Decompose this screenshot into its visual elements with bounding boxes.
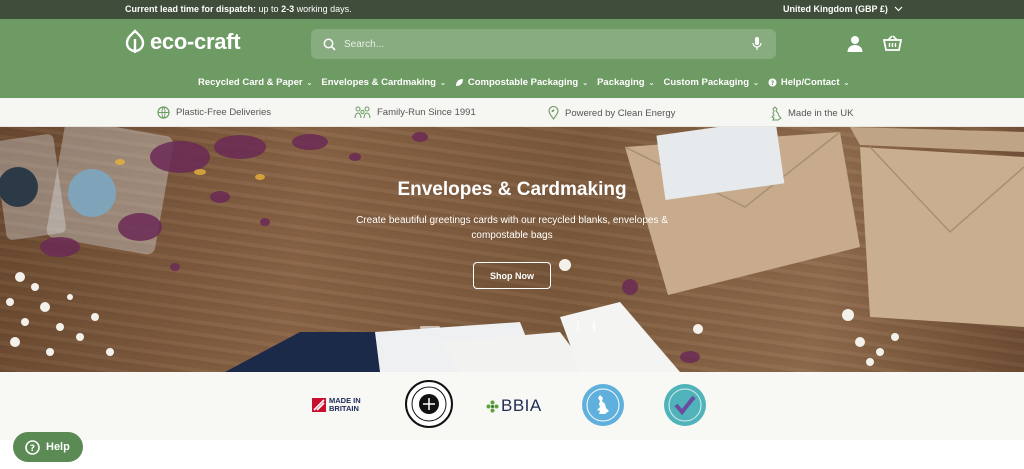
top-announcement-bar: Current lead time for dispatch: up to 2-… (0, 0, 1024, 19)
usp-family-run: Family-Run Since 1991 (354, 106, 476, 119)
chevron-down-icon: ⌄ (843, 79, 850, 87)
nav-label: Compostable Packaging (467, 77, 579, 88)
chevron-down-icon (894, 6, 903, 12)
logo-text: eco-craft (150, 29, 241, 54)
usp-plastic-free: Plastic-Free Deliveries (157, 106, 271, 119)
bbia-flower-icon (486, 400, 499, 412)
usp-label: Powered by Clean Energy (565, 107, 676, 119)
search-icon (323, 38, 336, 51)
hero-photo (0, 127, 1024, 372)
lead-time-label: Current lead time for dispatch: (125, 4, 257, 14)
pin-leaf-icon (548, 106, 559, 120)
lead-time-end: working days. (294, 4, 352, 14)
search-input[interactable] (344, 38, 724, 50)
account-icon[interactable] (847, 35, 863, 52)
nav-label: Recycled Card & Paper (198, 77, 303, 88)
site-logo[interactable]: eco-craft (124, 29, 241, 55)
nav-item-custom-packaging[interactable]: Custom Packaging ⌄ (663, 77, 758, 88)
family-icon (354, 106, 371, 119)
hero-title: Envelopes & Cardmaking (397, 179, 627, 200)
svg-text:?: ? (771, 80, 775, 87)
shop-now-button[interactable]: Shop Now (473, 262, 551, 289)
region-selector[interactable]: United Kingdom (GBP £) (783, 4, 903, 14)
main-navigation: Recycled Card & Paper ⌄ Envelopes & Cardm… (198, 77, 858, 88)
leaf-logo-icon (125, 29, 145, 53)
bbia-text: BBIA (501, 396, 542, 415)
chevron-down-icon: ⌄ (648, 79, 655, 87)
basket-icon[interactable] (883, 35, 902, 51)
bbia-badge: BBIA (486, 396, 542, 416)
carousel-pause-icon[interactable] (593, 321, 595, 331)
usp-made-in-uk: Made in the UK (770, 106, 853, 121)
usp-clean-energy: Powered by Clean Energy (548, 106, 675, 120)
leaf-icon (455, 79, 463, 86)
made-in-britain-badge: MADE IN BRITAIN (312, 397, 372, 420)
globe-leaf-icon (157, 106, 170, 119)
usp-label: Made in the UK (788, 108, 854, 119)
approved-check-badge-icon (664, 384, 706, 426)
help-button[interactable]: ? Help (13, 432, 83, 462)
usp-strip: Plastic-Free Deliveries Family-Run Since… (0, 98, 1024, 127)
chevron-down-icon: ⌄ (582, 79, 589, 87)
nav-item-packaging[interactable]: Packaging ⌄ (597, 77, 654, 88)
nav-item-envelopes-cardmaking[interactable]: Envelopes & Cardmaking ⌄ (321, 77, 445, 88)
nav-label: Custom Packaging (663, 77, 750, 88)
svg-text:?: ? (30, 444, 35, 454)
help-label: Help (46, 441, 70, 453)
made-in-britain-text: MADE IN BRITAIN (329, 396, 361, 413)
uk-map-icon (771, 106, 782, 121)
chevron-down-icon: ⌄ (753, 79, 759, 87)
region-label: United Kingdom (GBP £) (783, 4, 888, 14)
carousel-indicator[interactable] (577, 321, 579, 331)
nav-label: Envelopes & Cardmaking (321, 77, 436, 88)
microphone-icon[interactable] (752, 36, 762, 51)
uk-accreditation-badge-icon (582, 384, 624, 426)
dispatch-lead-time: Current lead time for dispatch: up to 2-… (125, 4, 352, 14)
help-circle-icon: ? (25, 439, 40, 455)
hero-subtitle: Create beautiful greetings cards with ou… (356, 215, 668, 241)
nav-item-compostable-packaging[interactable]: Compostable Packaging ⌄ (455, 77, 588, 88)
nav-item-recycled-card-paper[interactable]: Recycled Card & Paper ⌄ (198, 77, 312, 88)
usp-label: Plastic-Free Deliveries (176, 107, 272, 118)
search-bar[interactable] (311, 29, 776, 59)
chevron-down-icon: ⌄ (439, 79, 446, 87)
chevron-down-icon: ⌄ (306, 79, 313, 87)
certification-seal-icon (405, 380, 453, 428)
help-circle-icon: ? (768, 78, 777, 87)
nav-label: Packaging (597, 77, 645, 88)
carousel-indicator-active[interactable] (420, 326, 440, 329)
site-header: eco-craft Recycled Card & Paper⌄ Envelop… (0, 19, 1024, 98)
lead-time-days: 2-3 (281, 4, 295, 14)
nav-label: Help/Contact (780, 77, 840, 88)
nav-item-help-contact[interactable]: ? Help/Contact ⌄ (768, 77, 849, 88)
lead-time-text: up to (256, 4, 282, 14)
hero-banner: Envelopes & Cardmaking Create beautiful … (0, 127, 1024, 372)
usp-label: Family-Run Since 1991 (377, 107, 476, 118)
certification-badges: MADE IN BRITAIN BBIA (0, 372, 1024, 440)
